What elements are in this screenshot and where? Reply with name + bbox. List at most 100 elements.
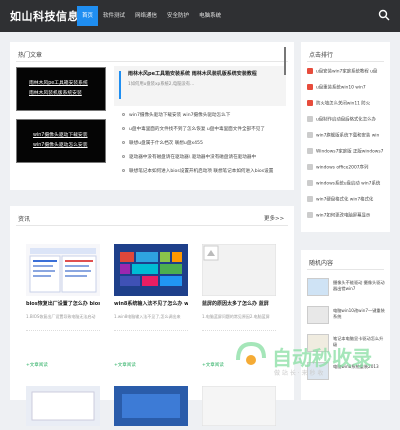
scroll-indicator (284, 47, 286, 75)
top-navbar: 如山科技信息网 首页 软件测试 网络通信 安全防护 电脑系统 (0, 0, 400, 32)
item-thumbnail[interactable] (307, 278, 329, 296)
hot-list-item[interactable]: u盘中毒里面的文件找不到了怎么恢复 u盘中毒里面文件全部不见了 (122, 126, 292, 132)
thumb-caption[interactable]: 雨林木风pe工具箱安装系统 (29, 80, 101, 87)
divider (202, 330, 276, 331)
watermark-text: 自动秒收录 (272, 346, 372, 370)
ranking-label[interactable]: 防火墙怎么关闭win11 防火 (316, 102, 370, 107)
divider (307, 269, 384, 270)
card-desc: 1.BIOS恢复出厂设置导致电脑无法启动 (26, 314, 96, 319)
divider (114, 330, 188, 331)
ranking-item[interactable]: u盘重装系统win10 win7 (307, 84, 387, 91)
more-link[interactable]: 更多>> (264, 214, 284, 222)
hot-list-label[interactable]: 联想u盘属于什么档次 联想u盘x455 (129, 141, 203, 146)
random-item-label[interactable]: 电脑win10改win7一键重装系统 (333, 308, 387, 321)
featured-accent-bar (119, 71, 121, 99)
divider (26, 330, 100, 331)
hot-list-label[interactable]: 驱动器中没有磁盘请在驱动器\ 驱动器中没有磁盘请在驱动器中 (129, 155, 256, 160)
read-link[interactable]: +文章阅读 (202, 362, 224, 368)
hot-thumb-1[interactable]: 雨林木风pe工具箱安装系统 雨林木风装机版系统安装 (16, 67, 106, 111)
card-title[interactable]: win8系统输入法不见了怎么办 win8 (114, 300, 188, 307)
ranking-label[interactable]: u盘制作启动盘后格式化怎么办 (316, 118, 376, 123)
ranking-item[interactable]: win7硬盘格式化 win7格式化 (307, 196, 387, 203)
click-ranking-panel: 点击排行 u盘安装win7家庭系统教程 u盘 u盘重装系统win10 win7 … (301, 42, 390, 232)
random-item-label[interactable]: 摄像头不能驱动 摄像头驱动器出错win7 (333, 280, 387, 293)
hot-list-item[interactable]: 联想u盘属于什么档次 联想u盘x455 (122, 140, 292, 146)
watermark: 自动秒收录 做 站 长 · 来 秒 收 (228, 338, 388, 388)
search-icon[interactable] (378, 9, 390, 21)
ranking-item[interactable]: windows office2007序列 (307, 164, 387, 171)
news-card[interactable]: bios恢复出厂设置了怎么办 bios 1.BIOS恢复出厂设置导致电脑无法启动… (26, 244, 100, 426)
divider (307, 61, 384, 62)
ranking-item[interactable]: windows系统u盘启动 win7系统 (307, 180, 387, 187)
read-link[interactable]: +文章阅读 (114, 362, 136, 368)
rank-badge (307, 84, 313, 90)
thumb-caption[interactable]: win7摄像头驱动怎么安装 (33, 142, 101, 149)
ranking-label[interactable]: win7硬盘格式化 win7格式化 (316, 198, 373, 203)
rank-badge (307, 100, 313, 106)
hot-list-label[interactable]: 联想笔记本如何进入bios设置开机启动项 联想笔记本如何进入bios设置 (129, 169, 273, 174)
nav-item-security[interactable]: 安全防护 (162, 6, 194, 26)
ranking-label[interactable]: win7旗舰版系统下载和安装 win (316, 134, 379, 139)
nav-item-home[interactable]: 首页 (77, 6, 99, 26)
random-item[interactable]: 电脑win10改win7一键重装系统 (307, 306, 387, 328)
nav-item-network[interactable]: 网络通信 (130, 6, 162, 26)
hot-list-item[interactable]: 驱动器中没有磁盘请在驱动器\ 驱动器中没有磁盘请在驱动器中 (122, 154, 292, 160)
ranking-item[interactable]: u盘安装win7家庭系统教程 u盘 (307, 68, 387, 75)
main-nav: 首页 软件测试 网络通信 安全防护 电脑系统 (77, 6, 226, 26)
hot-articles-title: 热门文章 (18, 52, 43, 59)
card-image[interactable] (114, 244, 188, 296)
ranking-item[interactable]: 防火墙怎么关闭win11 防火 (307, 100, 387, 107)
rank-badge (307, 212, 313, 218)
ranking-item[interactable]: u盘制作启动盘后格式化怎么办 (307, 116, 387, 123)
ranking-title: 点击排行 (309, 52, 334, 59)
divider (16, 225, 288, 226)
card-image[interactable] (26, 244, 100, 296)
card-image[interactable] (202, 244, 276, 296)
bullet-icon (122, 141, 125, 144)
ranking-label[interactable]: u盘重装系统win10 win7 (316, 86, 366, 91)
news-card[interactable]: win8系统输入法不见了怎么办 win8 1.win8电脑输入法不见了,怎么调出… (114, 244, 188, 426)
rank-badge (307, 132, 313, 138)
thumb-caption[interactable]: 雨林木风装机版系统安装 (29, 90, 101, 97)
rank-badge (307, 164, 313, 170)
bullet-icon (122, 155, 125, 158)
featured-desc: 1如何用u盘装xp系统2,电脑没有... (128, 82, 195, 87)
nav-item-system[interactable]: 电脑系统 (194, 6, 226, 26)
ranking-item[interactable]: win7如何更改电脑屏幕显示 (307, 212, 387, 219)
thumb-caption[interactable]: win7摄像头驱动下载安装 (33, 132, 101, 139)
watermark-subtext: 做 站 长 · 来 秒 收 (274, 370, 324, 377)
news-title: 资讯 (18, 216, 31, 223)
card-image-2[interactable] (201, 385, 277, 427)
hot-list-item[interactable]: 联想笔记本如何进入bios设置开机启动项 联想笔记本如何进入bios设置 (122, 168, 292, 174)
hot-list-label[interactable]: u盘中毒里面的文件找不到了怎么恢复 u盘中毒里面文件全部不见了 (129, 127, 265, 132)
card-desc: 1.win8电脑输入法不见了,怎么调出来 (114, 314, 181, 319)
hot-list-label[interactable]: win7摄像头驱动下载安装 win7摄像头驱动怎么下 (129, 113, 230, 118)
ranking-label[interactable]: win7如何更改电脑屏幕显示 (316, 214, 370, 219)
news-card[interactable]: 蓝屏的原因太多了怎么办 蓝屏 1.电脑蓝屏问题的常见原因2.电脑蓝屏 +文章阅读 (201, 244, 277, 427)
ranking-label[interactable]: Windows7家庭版 正版windows7 (316, 150, 383, 155)
ranking-item[interactable]: Windows7家庭版 正版windows7 (307, 148, 387, 155)
card-desc: 1.电脑蓝屏问题的常见原因2.电脑蓝屏 (202, 314, 270, 319)
featured-article[interactable]: 雨林木风pe工具箱安装系统 雨林木风装机版系统安装教程 1如何用u盘装xp系统2… (114, 66, 286, 106)
card-image-2[interactable] (26, 386, 100, 426)
ranking-item[interactable]: win7旗舰版系统下载和安装 win (307, 132, 387, 139)
ranking-label[interactable]: windows系统u盘启动 win7系统 (316, 182, 380, 187)
nav-item-software-test[interactable]: 软件测试 (98, 6, 130, 26)
ranking-label[interactable]: u盘安装win7家庭系统教程 u盘 (316, 70, 377, 75)
item-thumbnail[interactable] (307, 306, 329, 324)
rank-badge (307, 68, 313, 74)
random-item[interactable]: 摄像头不能驱动 摄像头驱动器出错win7 (307, 278, 387, 300)
bullet-icon (122, 169, 125, 172)
rank-badge (307, 180, 313, 186)
hot-thumb-2[interactable]: win7摄像头驱动下载安装 win7摄像头驱动怎么安装 (16, 119, 106, 163)
card-title[interactable]: bios恢复出厂设置了怎么办 bios (26, 300, 100, 307)
rank-badge (307, 116, 313, 122)
bullet-icon (122, 113, 125, 116)
card-title[interactable]: 蓝屏的原因太多了怎么办 蓝屏 (202, 300, 276, 307)
card-image-2[interactable] (114, 386, 188, 426)
ranking-label[interactable]: windows office2007序列 (316, 166, 368, 171)
featured-title[interactable]: 雨林木风pe工具箱安装系统 雨林木风装机版系统安装教程 (128, 70, 257, 77)
read-link[interactable]: +文章阅读 (26, 362, 48, 368)
random-title: 随机内容 (309, 260, 334, 267)
hot-list-item[interactable]: win7摄像头驱动下载安装 win7摄像头驱动怎么下 (122, 112, 292, 118)
